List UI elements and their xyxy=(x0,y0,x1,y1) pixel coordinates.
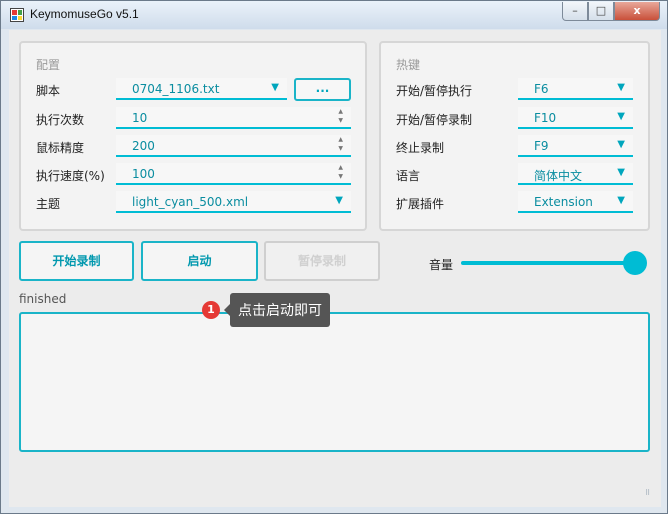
pause-record-button[interactable]: 暂停录制 xyxy=(264,241,380,281)
hotkey-value: F6 xyxy=(534,82,549,96)
volume-label: 音量 xyxy=(429,258,454,272)
precision-label: 鼠标精度 xyxy=(36,141,85,155)
chevron-down-icon: ▼ xyxy=(617,111,625,122)
browse-button[interactable]: ... xyxy=(294,78,351,101)
spin-down-icon[interactable]: ▼ xyxy=(338,145,343,152)
speed-spinbox[interactable]: 100 ▲ ▼ xyxy=(116,163,351,185)
chevron-down-icon: ▼ xyxy=(617,195,625,206)
titlebar[interactable]: KeymomuseGo v5.1 – □ x xyxy=(1,1,667,29)
extension-label: 扩展插件 xyxy=(396,197,445,211)
grip-glyph: ⠿ xyxy=(645,489,650,497)
spin-up-icon[interactable]: ▲ xyxy=(338,108,343,115)
theme-select-value: light_cyan_500.xml xyxy=(132,195,249,209)
precision-spinbox[interactable]: 200 ▲ ▼ xyxy=(116,135,351,157)
start-record-button[interactable]: 开始录制 xyxy=(19,241,134,281)
app-icon xyxy=(10,8,24,22)
hotkey-select-stop-record[interactable]: F9 ▼ xyxy=(518,135,633,157)
volume-slider-track[interactable] xyxy=(461,261,635,265)
hotkey-value: F10 xyxy=(534,111,557,125)
spin-arrows-icon[interactable]: ▲ ▼ xyxy=(338,107,343,125)
count-spinbox[interactable]: 10 ▲ ▼ xyxy=(116,107,351,129)
chevron-down-icon: ▼ xyxy=(617,82,625,93)
minimize-button[interactable]: – xyxy=(562,2,588,21)
chevron-down-icon: ▼ xyxy=(271,82,279,93)
theme-label: 主题 xyxy=(36,197,61,211)
precision-value: 200 xyxy=(132,139,155,153)
spin-up-icon[interactable]: ▲ xyxy=(338,136,343,143)
hotkey-panel: 热键 开始/暂停执行 F6 ▼ 开始/暂停录制 F10 ▼ 终止录制 F9 ▼ … xyxy=(379,41,650,231)
config-panel-title: 配置 xyxy=(36,58,61,72)
hotkey-value: F9 xyxy=(534,139,549,153)
volume-slider-thumb[interactable] xyxy=(623,251,647,275)
hotkey-select-start-pause-record[interactable]: F10 ▼ xyxy=(518,107,633,129)
script-select[interactable]: 0704_1106.txt ▼ xyxy=(116,78,287,100)
count-value: 10 xyxy=(132,111,148,125)
spin-arrows-icon[interactable]: ▲ ▼ xyxy=(338,135,343,153)
script-label: 脚本 xyxy=(36,84,61,98)
spin-down-icon[interactable]: ▼ xyxy=(338,117,343,124)
count-label: 执行次数 xyxy=(36,113,85,127)
hotkey-label-stop-record: 终止录制 xyxy=(396,141,445,155)
maximize-button[interactable]: □ xyxy=(588,2,614,21)
speed-label: 执行速度(%) xyxy=(36,169,105,183)
app-window: KeymomuseGo v5.1 – □ x 配置 脚本 0704_1106.t… xyxy=(0,0,668,514)
theme-select[interactable]: light_cyan_500.xml ▼ xyxy=(116,191,351,213)
hotkey-label-start-pause-run: 开始/暂停执行 xyxy=(396,84,473,98)
chevron-down-icon: ▼ xyxy=(617,139,625,150)
language-select[interactable]: 简体中文 ▼ xyxy=(518,163,633,185)
extension-value: Extension xyxy=(534,195,593,209)
hotkey-label-start-pause-record: 开始/暂停录制 xyxy=(396,113,473,127)
launch-button[interactable]: 启动 xyxy=(141,241,258,281)
script-select-value: 0704_1106.txt xyxy=(132,82,220,96)
spin-up-icon[interactable]: ▲ xyxy=(338,164,343,171)
spin-arrows-icon[interactable]: ▲ ▼ xyxy=(338,163,343,181)
language-label: 语言 xyxy=(396,169,421,183)
client-area: 配置 脚本 0704_1106.txt ▼ ... 执行次数 10 ▲ ▼ 鼠标精… xyxy=(9,30,661,507)
hotkey-panel-title: 热键 xyxy=(396,58,421,72)
config-panel: 配置 脚本 0704_1106.txt ▼ ... 执行次数 10 ▲ ▼ 鼠标精… xyxy=(19,41,367,231)
resize-grip-icon[interactable]: ⠿ xyxy=(645,489,657,503)
extension-select[interactable]: Extension ▼ xyxy=(518,191,633,213)
hotkey-select-start-pause-run[interactable]: F6 ▼ xyxy=(518,78,633,100)
tooltip: 点击启动即可 xyxy=(230,293,330,327)
log-output[interactable] xyxy=(19,312,650,452)
spin-down-icon[interactable]: ▼ xyxy=(338,173,343,180)
chevron-down-icon: ▼ xyxy=(335,195,343,206)
window-title: KeymomuseGo v5.1 xyxy=(30,7,139,21)
language-value: 简体中文 xyxy=(534,169,583,183)
speed-value: 100 xyxy=(132,167,155,181)
close-button[interactable]: x xyxy=(614,2,660,21)
status-text: finished xyxy=(19,292,67,306)
chevron-down-icon: ▼ xyxy=(617,167,625,178)
tooltip-badge: 1 xyxy=(202,301,220,319)
